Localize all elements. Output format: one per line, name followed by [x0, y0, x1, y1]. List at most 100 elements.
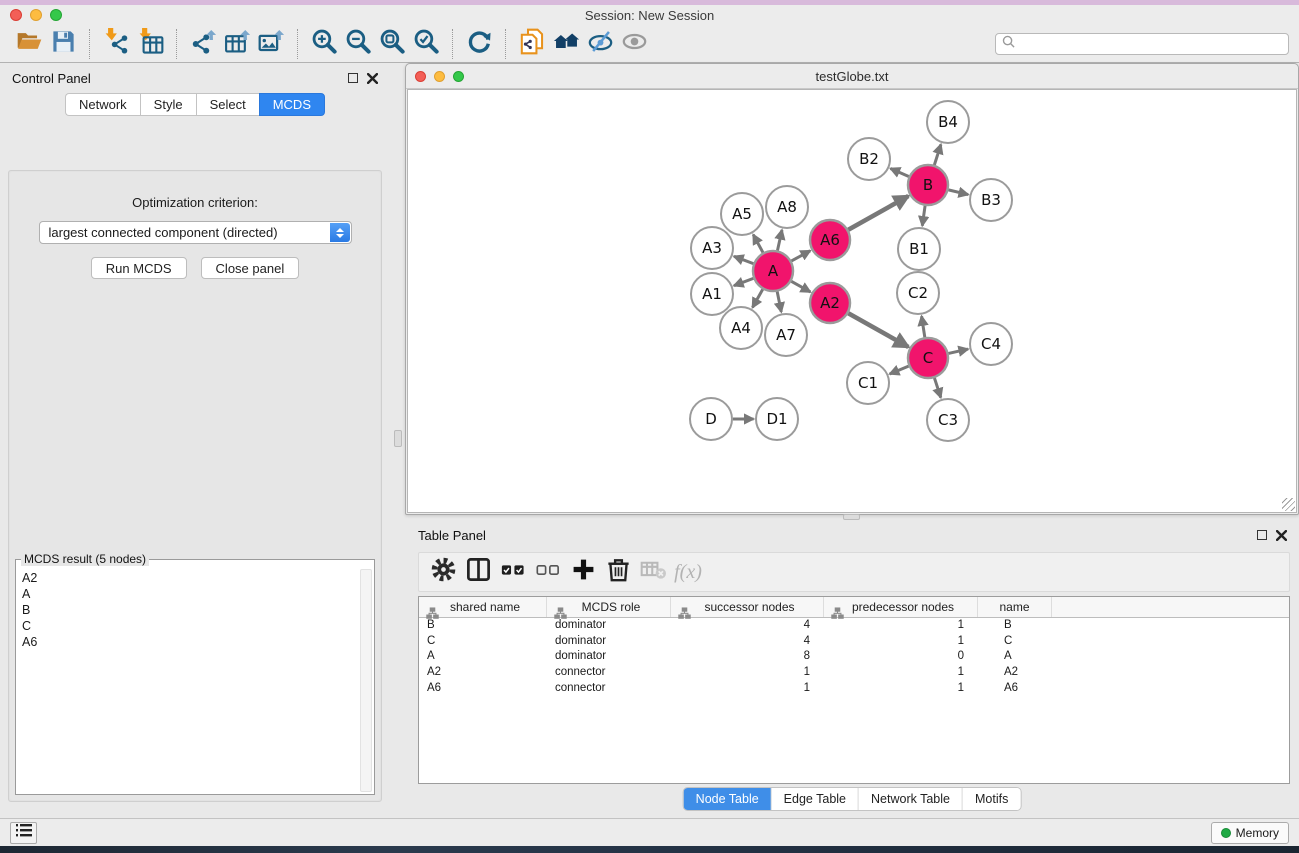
zoom-selected-button[interactable]: [409, 28, 443, 60]
edge-C-C2[interactable]: [922, 316, 925, 337]
memory-button[interactable]: Memory: [1211, 822, 1289, 844]
node-C[interactable]: C: [908, 338, 948, 378]
table-row[interactable]: Adominator80A: [419, 649, 1289, 665]
float-panel-icon[interactable]: [348, 73, 358, 83]
edge-A-A1[interactable]: [734, 278, 753, 285]
node-C1[interactable]: C1: [847, 362, 889, 404]
edge-C-C4[interactable]: [948, 349, 968, 353]
search-field[interactable]: [995, 33, 1289, 55]
edge-B-B2[interactable]: [891, 168, 909, 176]
home-button[interactable]: [549, 28, 583, 60]
search-input[interactable]: [1019, 35, 1288, 53]
style-preview-button[interactable]: [583, 28, 617, 60]
node-A1[interactable]: A1: [691, 273, 733, 315]
node-B[interactable]: B: [908, 165, 948, 205]
tab-network[interactable]: Network: [65, 93, 140, 116]
tab-mcds[interactable]: MCDS: [259, 93, 325, 116]
node-D[interactable]: D: [690, 398, 732, 440]
export-table-button[interactable]: [220, 28, 254, 60]
column-header-shared-name[interactable]: shared name: [419, 597, 547, 617]
select-all-columns-button[interactable]: [498, 557, 528, 587]
network-canvas[interactable]: B4B2BB3A5A8A6A3AB1A1C2A2A4A7CC4C1C3DD1: [407, 89, 1297, 513]
mcds-result-item[interactable]: C: [17, 618, 359, 634]
node-C2[interactable]: C2: [897, 272, 939, 314]
export-image-button[interactable]: [254, 28, 288, 60]
tab-style[interactable]: Style: [140, 93, 196, 116]
zoom-fit-button[interactable]: [375, 28, 409, 60]
mcds-result-item[interactable]: A2: [17, 570, 359, 586]
node-A2[interactable]: A2: [810, 283, 850, 323]
edge-A-A7[interactable]: [777, 292, 781, 312]
node-A[interactable]: A: [753, 251, 793, 291]
save-session-button[interactable]: [46, 28, 80, 60]
zoom-out-button[interactable]: [341, 28, 375, 60]
mcds-result-item[interactable]: A: [17, 586, 359, 602]
column-header-predecessor-nodes[interactable]: predecessor nodes: [824, 597, 978, 617]
tab-motifs[interactable]: Motifs: [963, 788, 1020, 810]
edge-A-A5[interactable]: [753, 235, 763, 253]
tab-select[interactable]: Select: [196, 93, 259, 116]
refresh-button[interactable]: [462, 28, 496, 60]
import-network-button[interactable]: [99, 28, 133, 60]
node-A7[interactable]: A7: [765, 314, 807, 356]
node-C3[interactable]: C3: [927, 399, 969, 441]
node-A6[interactable]: A6: [810, 220, 850, 260]
edge-B-B1[interactable]: [922, 206, 925, 226]
edge-C-C1[interactable]: [890, 366, 909, 374]
import-table-button[interactable]: [133, 28, 167, 60]
node-A3[interactable]: A3: [691, 227, 733, 269]
tab-edge-table[interactable]: Edge Table: [772, 788, 859, 810]
tab-node-table[interactable]: Node Table: [684, 788, 772, 810]
mcds-result-scrollbar[interactable]: [360, 569, 372, 792]
table-settings-button[interactable]: [428, 557, 458, 587]
table-row[interactable]: A6connector11A6: [419, 681, 1289, 697]
edge-A-A8[interactable]: [777, 230, 781, 251]
network-window-titlebar[interactable]: testGlobe.txt: [406, 64, 1298, 89]
close-panel-button[interactable]: Close panel: [201, 257, 300, 279]
float-table-panel-icon[interactable]: [1257, 530, 1267, 540]
node-D1[interactable]: D1: [756, 398, 798, 440]
node-B3[interactable]: B3: [970, 179, 1012, 221]
close-panel-icon[interactable]: [367, 73, 378, 84]
export-network-button[interactable]: [186, 28, 220, 60]
visibility-button[interactable]: [617, 28, 651, 60]
node-A4[interactable]: A4: [720, 307, 762, 349]
column-browser-button[interactable]: [463, 557, 493, 587]
edge-A-A6[interactable]: [791, 251, 810, 261]
table-row[interactable]: Cdominator41C: [419, 634, 1289, 650]
duplicate-network-button[interactable]: [515, 28, 549, 60]
vertical-split-handle[interactable]: [394, 430, 402, 447]
mcds-result-item[interactable]: A6: [17, 634, 359, 650]
edge-A-A4[interactable]: [753, 289, 763, 307]
open-file-button[interactable]: [12, 28, 46, 60]
task-history-button[interactable]: [10, 822, 37, 844]
column-header-MCDS-role[interactable]: MCDS role: [547, 597, 671, 617]
node-A5[interactable]: A5: [721, 193, 763, 235]
mcds-result-item[interactable]: B: [17, 602, 359, 618]
node-B1[interactable]: B1: [898, 228, 940, 270]
edge-C-C3[interactable]: [934, 378, 940, 398]
node-B2[interactable]: B2: [848, 138, 890, 180]
table-row[interactable]: A2connector11A2: [419, 665, 1289, 681]
tab-network-table[interactable]: Network Table: [859, 788, 963, 810]
resize-grip-icon[interactable]: [1282, 498, 1295, 511]
unselect-all-columns-button[interactable]: [533, 557, 563, 587]
close-table-panel-icon[interactable]: [1276, 530, 1287, 541]
network-graph[interactable]: B4B2BB3A5A8A6A3AB1A1C2A2A4A7CC4C1C3DD1: [408, 90, 1298, 513]
column-header-successor-nodes[interactable]: successor nodes: [671, 597, 824, 617]
delete-column-button[interactable]: [603, 557, 633, 587]
add-column-button[interactable]: [568, 557, 598, 587]
edge-B-B4[interactable]: [934, 144, 941, 165]
edge-A-A3[interactable]: [734, 256, 753, 263]
run-mcds-button[interactable]: Run MCDS: [91, 257, 187, 279]
node-A8[interactable]: A8: [766, 186, 808, 228]
zoom-in-button[interactable]: [307, 28, 341, 60]
table-row[interactable]: Bdominator41B: [419, 618, 1289, 634]
edge-A-A2[interactable]: [791, 281, 810, 292]
criterion-dropdown[interactable]: largest connected component (directed): [39, 221, 352, 244]
edge-A2-C[interactable]: [848, 313, 908, 347]
edge-B-B3[interactable]: [948, 190, 968, 195]
edge-A6-B[interactable]: [848, 196, 908, 230]
node-B4[interactable]: B4: [927, 101, 969, 143]
column-header-name[interactable]: name: [978, 597, 1052, 617]
